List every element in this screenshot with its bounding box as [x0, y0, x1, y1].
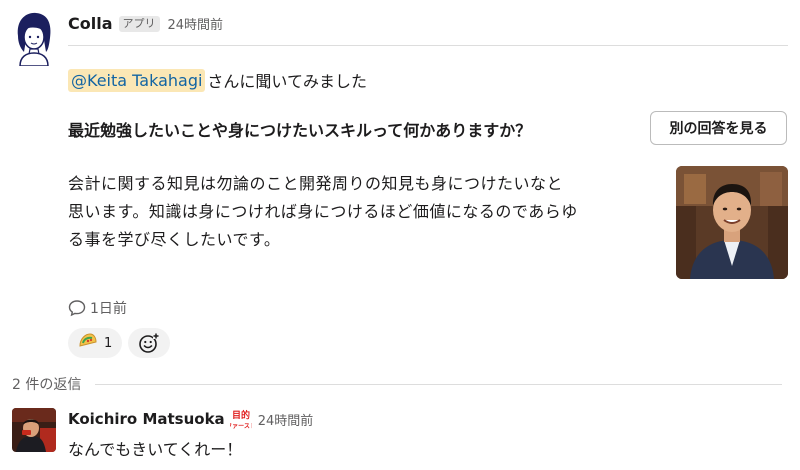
thread-reply-info[interactable]: 1日前: [68, 298, 127, 318]
answer-line: る事を学び尽くしたいです。: [68, 230, 281, 249]
mention-line: @Keita Takahagi さんに聞いてみました: [68, 68, 367, 92]
divider-line: [95, 383, 782, 385]
svg-text:ファースト: ファースト: [230, 423, 252, 430]
user-mention[interactable]: @Keita Takahagi: [68, 68, 206, 92]
reply-sender-name[interactable]: Koichiro Matsuoka: [68, 410, 225, 428]
replies-divider: 2 件の返信: [12, 374, 782, 394]
sender-name[interactable]: Colla: [68, 14, 113, 33]
other-answer-button[interactable]: 別の回答を見る: [650, 111, 787, 145]
reaction-count: 1: [104, 335, 113, 351]
answer-line: 会計に関する知見は勿論のこと開発周りの知見も身につけたいなと: [68, 174, 564, 193]
reply-header: Koichiro Matsuoka 目的 ファースト 24時間前: [68, 408, 313, 430]
reply-avatar[interactable]: [12, 408, 56, 452]
message-header: Colla アプリ 24時間前: [68, 14, 223, 33]
replies-count[interactable]: 2 件の返信: [12, 374, 81, 394]
mention-suffix: さんに聞いてみました: [207, 72, 367, 91]
svg-text:目的: 目的: [232, 409, 250, 421]
message-timestamp[interactable]: 24時間前: [168, 14, 224, 33]
taco-emoji-icon: [78, 332, 98, 354]
add-reaction-button[interactable]: [128, 328, 171, 358]
last-reply-time: 1日前: [90, 301, 127, 317]
answer-text: 会計に関する知見は勿論のこと開発周りの知見も身につけたいなと 思います。知識は身…: [68, 170, 648, 254]
header-divider: [68, 45, 788, 46]
speech-bubble-icon: [68, 300, 86, 317]
answer-line: 思います。知識は身につければ身につけるほど価値になるのであらゆ: [68, 202, 578, 221]
reply-timestamp[interactable]: 24時間前: [258, 410, 314, 429]
reply-text: なんでもきいてくれー！: [68, 440, 243, 459]
app-badge: アプリ: [118, 15, 160, 32]
reactions-bar: 1: [68, 328, 171, 358]
question-text: 最近勉強したいことや身につけたいスキルって何かありますか？: [68, 121, 532, 140]
reaction-taco[interactable]: 1: [68, 328, 123, 358]
colla-avatar[interactable]: [12, 10, 56, 67]
mokuteki-first-status-badge[interactable]: 目的 ファースト: [226, 408, 256, 430]
answerer-photo[interactable]: [676, 166, 788, 279]
add-emoji-icon: [139, 333, 160, 353]
